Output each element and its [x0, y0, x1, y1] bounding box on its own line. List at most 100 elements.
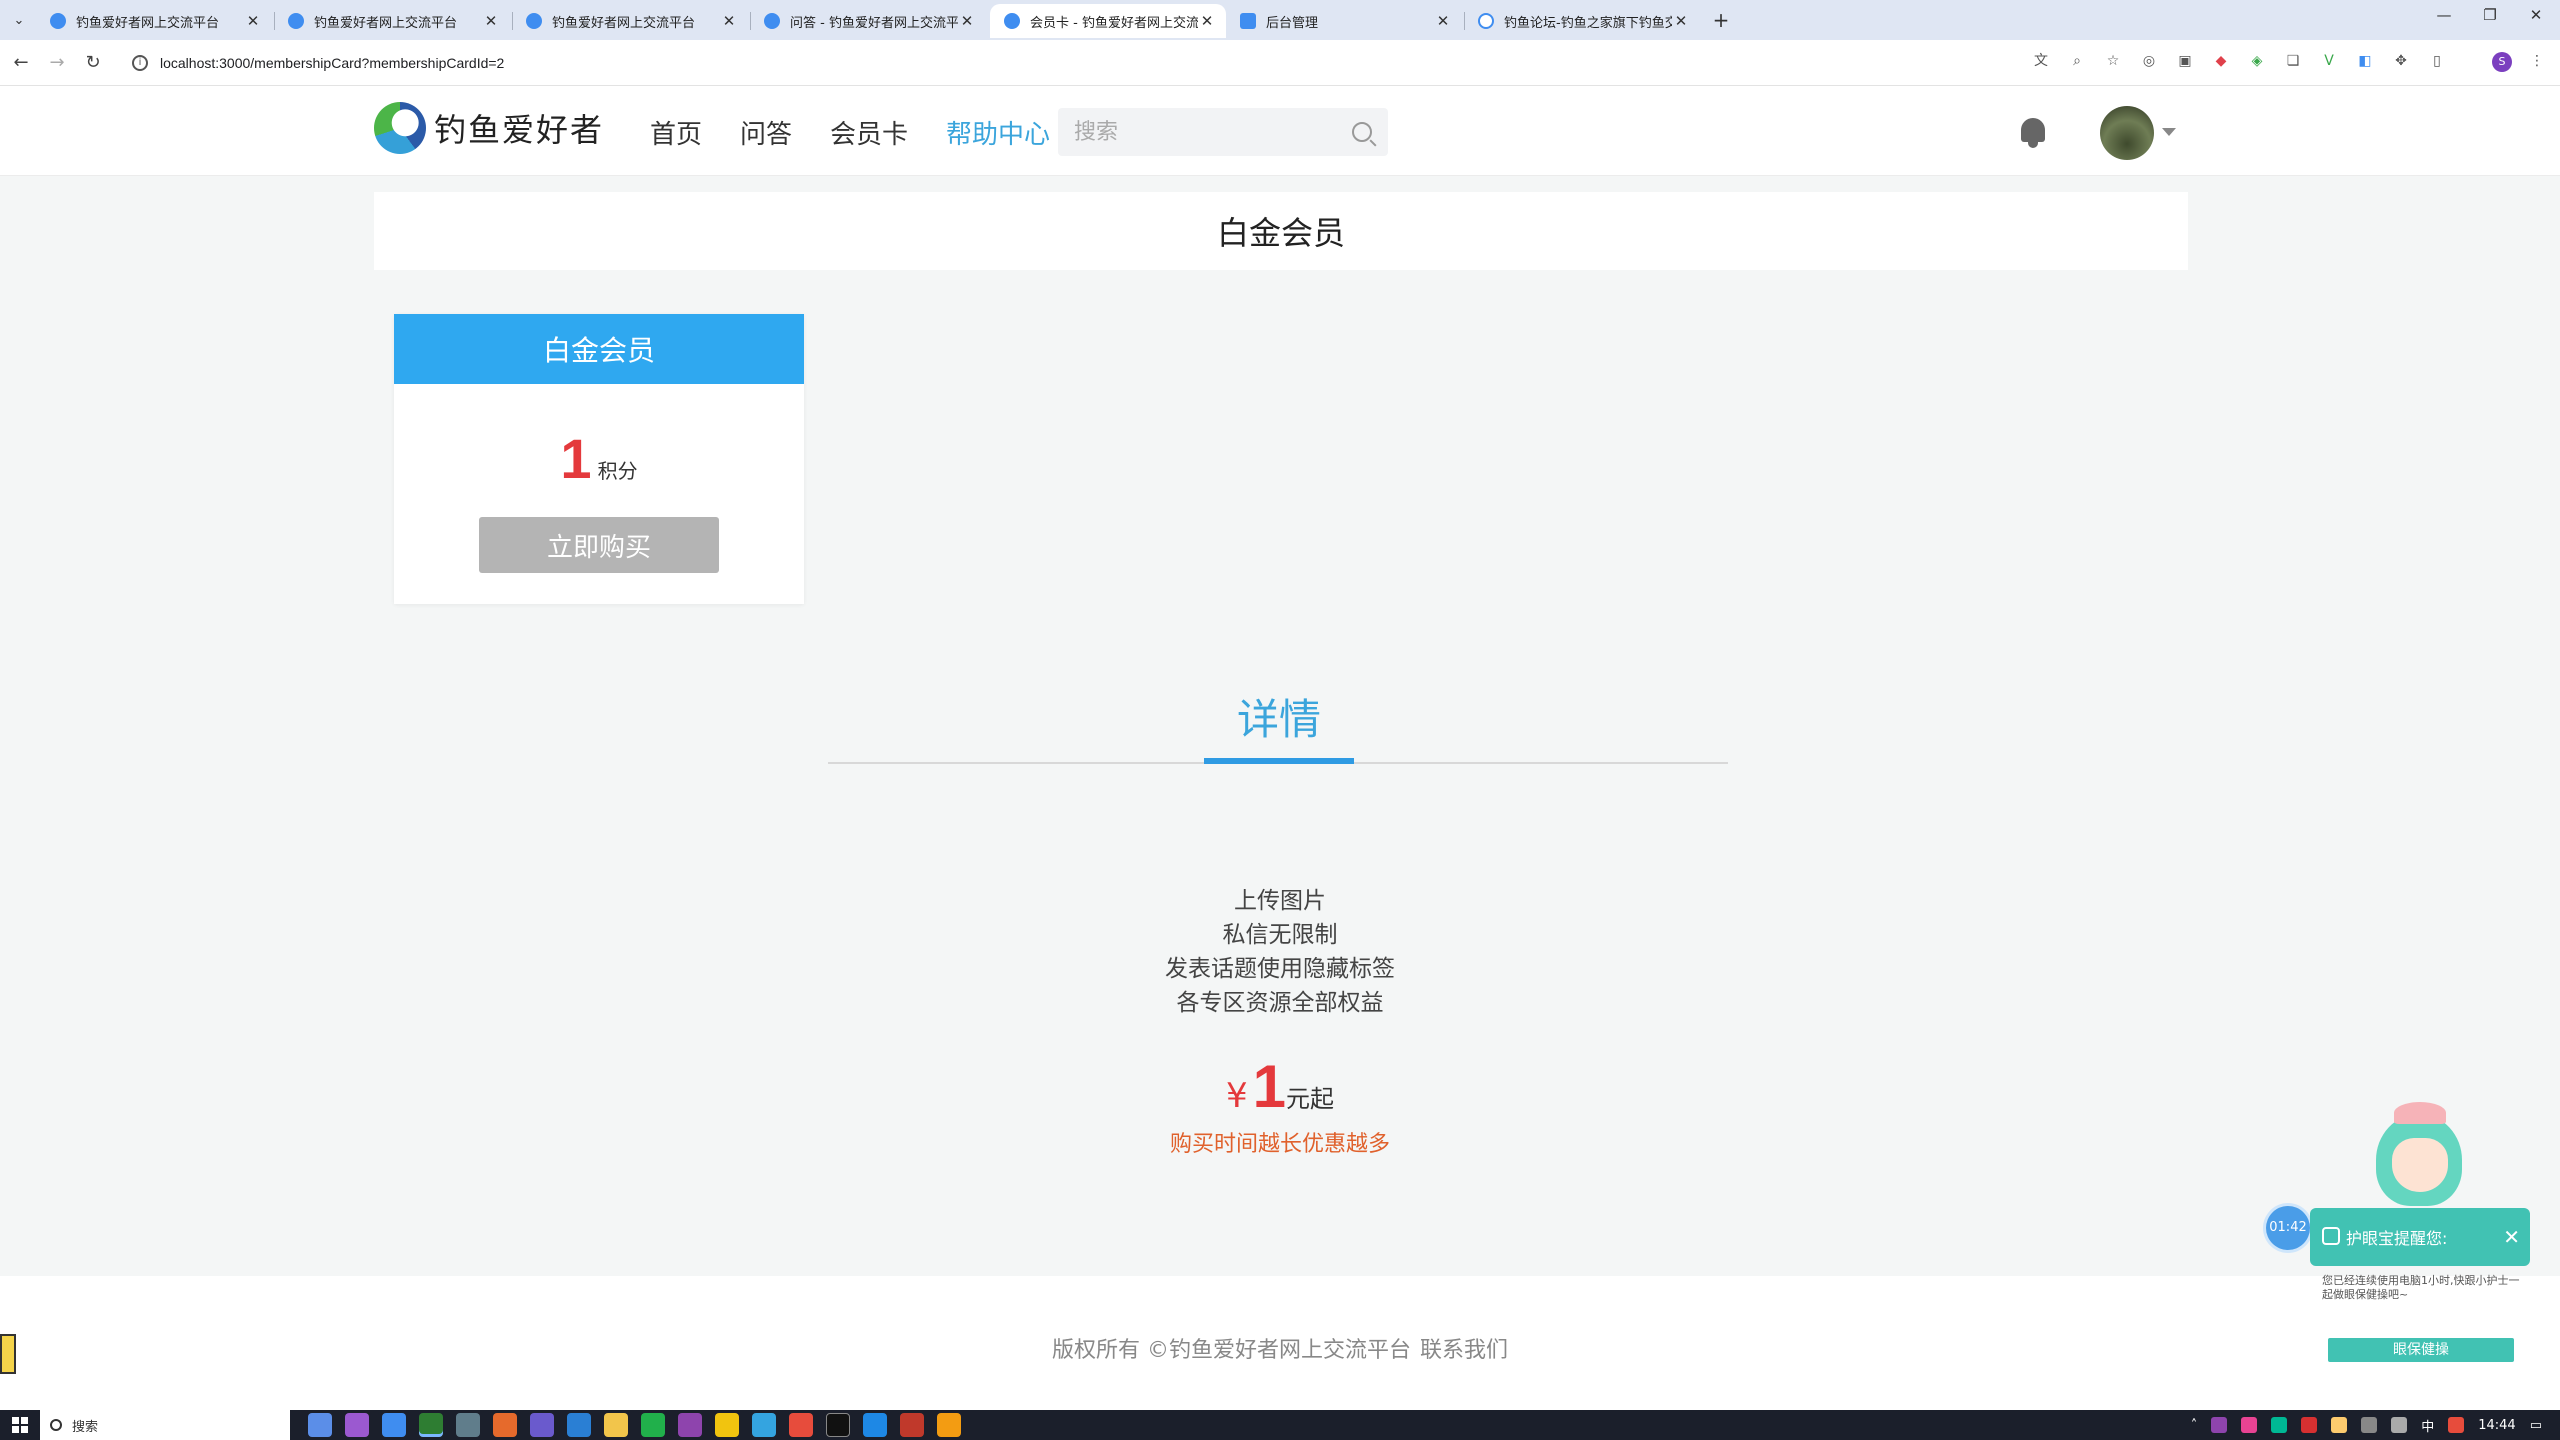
terminal-icon[interactable] [826, 1413, 850, 1437]
network-icon[interactable] [2361, 1417, 2378, 1433]
volume-icon[interactable] [2391, 1417, 2408, 1433]
translate-icon[interactable]: 文 [2030, 50, 2052, 72]
card-price: 1 积分 [394, 426, 804, 491]
wechat-icon[interactable] [641, 1413, 665, 1437]
window-close-icon[interactable]: ✕ [2516, 6, 2556, 24]
tab-details[interactable]: 详情 [1204, 686, 1354, 747]
tray-app-icon[interactable] [2301, 1417, 2318, 1433]
tab-search-chevron-icon[interactable]: ⌄ [6, 8, 32, 34]
chrome-icon[interactable] [419, 1413, 443, 1437]
tray-chevron-icon[interactable]: ˄ [2191, 1418, 2198, 1433]
file-explorer-icon[interactable] [604, 1413, 628, 1437]
promo-text: 购买时间越长优惠越多 [1169, 1132, 1390, 1157]
camera-extension-icon[interactable]: ◎ [2138, 50, 2160, 72]
zoom-icon[interactable]: ⌕ [2066, 50, 2088, 72]
caret-down-icon[interactable] [2162, 128, 2176, 136]
extension-icons: 文 ⌕ ☆ ◎ ▣ ◆ ◈ ❏ V ◧ ✥ ▯ [2030, 50, 2448, 72]
browser-tab[interactable]: 钓鱼爱好者网上交流平台 ✕ [274, 4, 510, 38]
app-icon[interactable] [789, 1413, 813, 1437]
forward-arrow-icon[interactable]: → [44, 50, 70, 76]
taskbar-clock[interactable]: 14:44 [2478, 1418, 2515, 1433]
address-bar[interactable]: i localhost:3000/membershipCard?membersh… [118, 46, 2118, 80]
minimize-icon[interactable]: — [2424, 6, 2464, 24]
tab-close-icon[interactable]: ✕ [482, 12, 500, 30]
nav-membership-card[interactable]: 会员卡 [830, 114, 908, 151]
site-favicon-icon [1004, 13, 1020, 29]
reload-icon[interactable]: ↻ [80, 50, 106, 76]
tab-close-icon[interactable]: ✕ [1672, 12, 1690, 30]
shield-extension-icon[interactable]: ◆ [2210, 50, 2232, 72]
tab-close-icon[interactable]: ✕ [244, 12, 262, 30]
windows-taskbar: 搜索 ˄ 中 14:44 ▭ [0, 1410, 2560, 1440]
browser-tab[interactable]: 钓鱼论坛-钓鱼之家旗下钓鱼交 ✕ [1464, 4, 1700, 38]
eye-care-logo-icon [2322, 1227, 2340, 1245]
eye-care-timer[interactable]: 01:42 [2266, 1206, 2310, 1250]
task-view-icon[interactable] [308, 1413, 332, 1437]
app-icon[interactable] [900, 1413, 924, 1437]
site-search-box[interactable] [1058, 108, 1388, 156]
notification-bell-icon[interactable] [2018, 116, 2048, 150]
notification-center-icon[interactable]: ▭ [2530, 1418, 2542, 1433]
copy-extension-icon[interactable]: ❏ [2282, 50, 2304, 72]
taskbar-search[interactable]: 搜索 [40, 1410, 290, 1440]
card-price-unit: 积分 [597, 459, 638, 483]
image-extension-icon[interactable]: ▣ [2174, 50, 2196, 72]
back-arrow-icon[interactable]: ← [8, 50, 34, 76]
app-icon[interactable] [752, 1413, 776, 1437]
tray-app-icon[interactable] [2241, 1417, 2258, 1433]
nav-help-center[interactable]: 帮助中心 [946, 114, 1050, 151]
user-avatar[interactable] [2100, 106, 2154, 160]
browser-tab[interactable]: 钓鱼爱好者网上交流平台 ✕ [36, 4, 272, 38]
tab-close-icon[interactable]: ✕ [1434, 12, 1452, 30]
site-info-icon[interactable]: i [132, 55, 148, 71]
vscode-icon[interactable] [567, 1413, 591, 1437]
browser-profile-avatar[interactable]: S [2492, 52, 2512, 72]
tray-app-icon[interactable] [2331, 1417, 2348, 1433]
sidebar-toggle-icon[interactable]: ▯ [2426, 50, 2448, 72]
site-favicon-icon [764, 13, 780, 29]
app-icon[interactable] [382, 1413, 406, 1437]
app-icon[interactable] [863, 1413, 887, 1437]
tab-close-icon[interactable]: ✕ [958, 12, 976, 30]
search-input[interactable] [1074, 119, 1352, 145]
browser-tab[interactable]: 后台管理 ✕ [1226, 4, 1462, 38]
search-icon[interactable] [1352, 122, 1372, 142]
nav-home[interactable]: 首页 [650, 114, 702, 151]
restore-icon[interactable]: ❐ [2470, 6, 2510, 24]
buy-now-button[interactable]: 立即购买 [479, 517, 719, 573]
settings-gear-icon[interactable] [456, 1413, 480, 1437]
browser-tab-active[interactable]: 会员卡 - 钓鱼爱好者网上交流平 ✕ [990, 4, 1226, 38]
app-icon[interactable] [678, 1413, 702, 1437]
nav-qa[interactable]: 问答 [740, 114, 792, 151]
tab-close-icon[interactable]: ✕ [720, 12, 738, 30]
tray-app-icon[interactable] [2271, 1417, 2288, 1433]
address-url[interactable]: localhost:3000/membershipCard?membership… [160, 55, 504, 71]
contact-us-link[interactable]: 联系我们 [1420, 1332, 1508, 1364]
site-logo[interactable]: 钓鱼爱好者 [374, 102, 604, 154]
eye-exercise-button[interactable]: 眼保健操 [2328, 1338, 2514, 1362]
popup-close-icon[interactable]: ✕ [2503, 1225, 2520, 1249]
app-icon[interactable] [345, 1413, 369, 1437]
search-icon [50, 1419, 62, 1431]
app-icon[interactable] [530, 1413, 554, 1437]
translate-extension-icon[interactable]: ◧ [2354, 50, 2376, 72]
browser-tab[interactable]: 问答 - 钓鱼爱好者网上交流平台 ✕ [750, 4, 986, 38]
browser-menu-icon[interactable]: ⋮ [2526, 50, 2548, 72]
app-icon[interactable] [715, 1413, 739, 1437]
sync-extension-icon[interactable]: ◈ [2246, 50, 2268, 72]
new-tab-plus-icon[interactable]: + [1708, 8, 1734, 34]
tab-close-icon[interactable]: ✕ [1198, 12, 1216, 30]
desktop-sticker-icon[interactable] [0, 1334, 16, 1374]
currency-symbol: ¥ [1225, 1076, 1248, 1116]
firefox-icon[interactable] [493, 1413, 517, 1437]
bookmark-star-icon[interactable]: ☆ [2102, 50, 2124, 72]
antivirus-icon[interactable] [2448, 1417, 2465, 1433]
ime-indicator[interactable]: 中 [2421, 1416, 2434, 1435]
site-favicon-icon [50, 13, 66, 29]
puzzle-extensions-icon[interactable]: ✥ [2390, 50, 2412, 72]
search-app-icon[interactable] [937, 1413, 961, 1437]
vue-devtools-icon[interactable]: V [2318, 50, 2340, 72]
tray-app-icon[interactable] [2211, 1417, 2228, 1433]
browser-tab[interactable]: 钓鱼爱好者网上交流平台 ✕ [512, 4, 748, 38]
windows-start-icon[interactable] [0, 1410, 40, 1440]
